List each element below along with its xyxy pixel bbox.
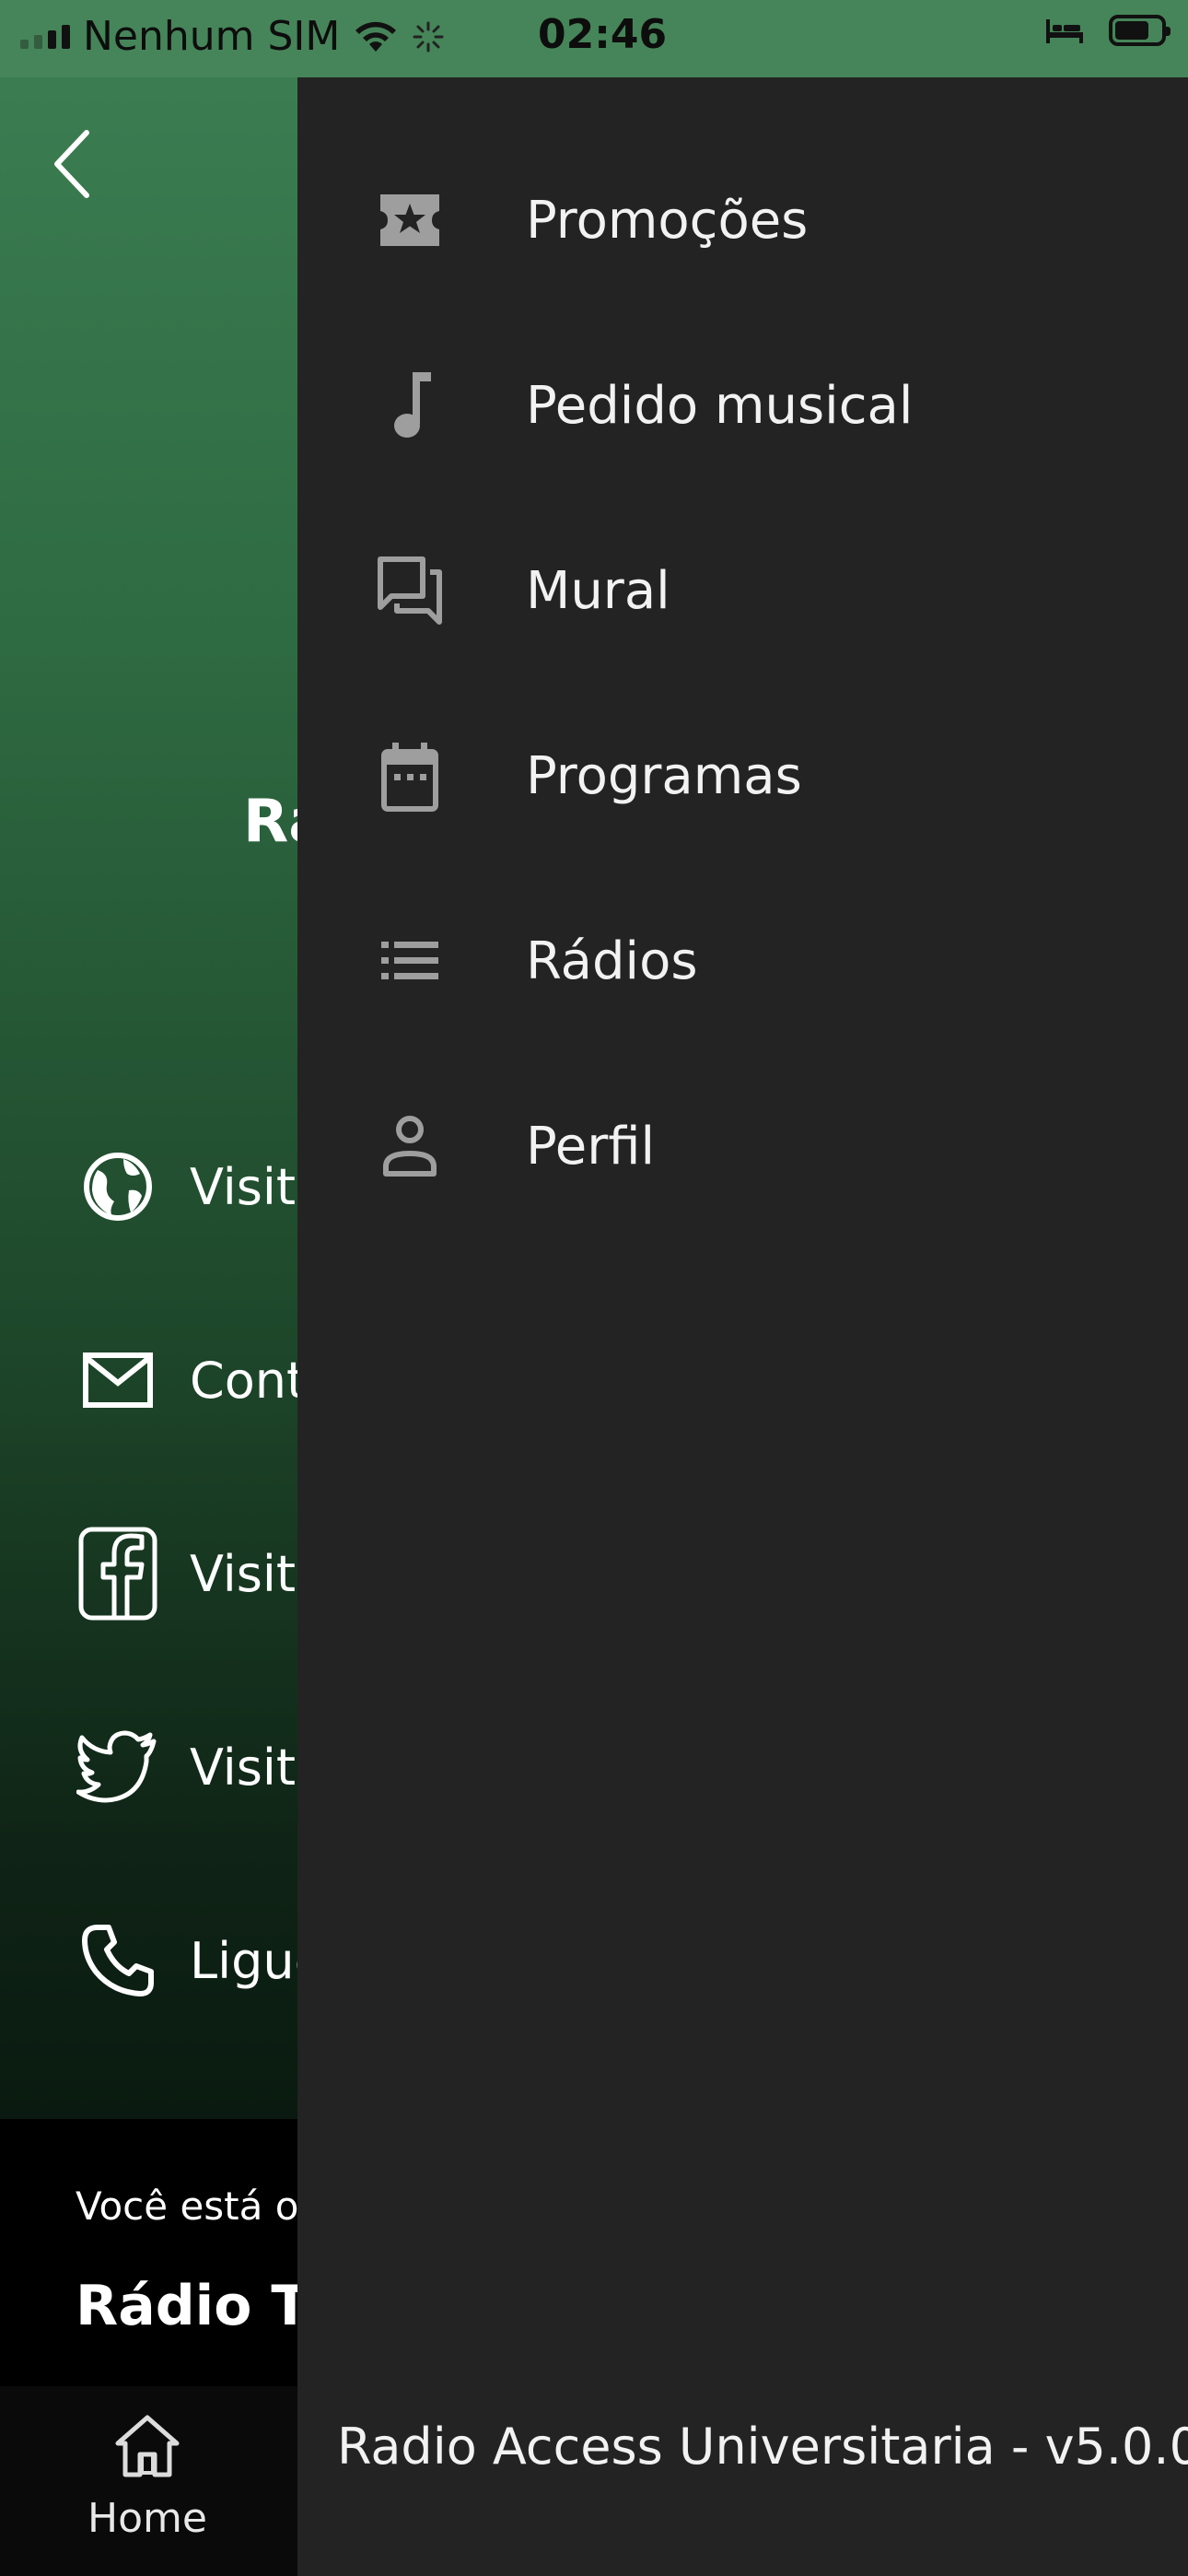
twitter-icon — [74, 1723, 162, 1811]
menu-item-label: Programas — [526, 745, 802, 806]
contact-website[interactable]: Visite — [74, 1141, 326, 1233]
menu-item-programas[interactable]: Programas — [297, 707, 1188, 845]
contact-email[interactable]: Cont — [74, 1334, 306, 1426]
mail-icon — [74, 1336, 162, 1424]
menu-item-label: Perfil — [526, 1116, 656, 1177]
menu-item-promocoes[interactable]: Promoções — [297, 151, 1188, 289]
app-version: Radio Access Universitaria - v5.0.0 — [337, 2418, 1188, 2476]
facebook-icon — [74, 1527, 162, 1621]
loading-spinner-icon — [413, 21, 444, 52]
side-drawer: Promoções Pedido musical Mural Programas… — [297, 77, 1188, 2576]
carrier-label: Nenhum SIM — [83, 13, 341, 60]
menu-item-pedido-musical[interactable]: Pedido musical — [297, 336, 1188, 474]
list-icon — [377, 928, 443, 994]
status-right — [1044, 15, 1171, 46]
menu-item-label: Promoções — [526, 190, 809, 251]
menu-item-label: Pedido musical — [526, 375, 914, 436]
wifi-icon — [355, 21, 397, 52]
status-bar: Nenhum SIM 02:46 — [0, 0, 1188, 77]
contact-label: Cont — [190, 1351, 307, 1410]
menu-item-mural[interactable]: Mural — [297, 521, 1188, 660]
globe-icon — [74, 1142, 162, 1231]
contact-phone[interactable]: Ligue — [74, 1914, 325, 2007]
signal-icon — [20, 24, 70, 49]
back-chevron-icon[interactable] — [50, 127, 96, 201]
status-time: 02:46 — [538, 11, 668, 58]
ticket-star-icon — [377, 187, 443, 253]
tab-home[interactable]: Home — [85, 2412, 210, 2542]
now-playing-label: Você está o — [76, 2184, 299, 2229]
person-icon — [377, 1113, 443, 1179]
menu-item-radios[interactable]: Rádios — [297, 892, 1188, 1030]
menu-item-perfil[interactable]: Perfil — [297, 1077, 1188, 1215]
menu-item-label: Rádios — [526, 931, 698, 991]
sleep-bed-icon — [1046, 19, 1083, 43]
music-note-icon — [377, 372, 443, 439]
forum-icon — [377, 556, 443, 625]
status-left: Nenhum SIM — [20, 13, 445, 60]
phone-icon — [74, 1916, 162, 2005]
tab-home-label: Home — [87, 2495, 207, 2542]
menu-item-label: Mural — [526, 560, 670, 621]
home-icon — [115, 2415, 180, 2477]
contact-twitter[interactable]: Visite — [74, 1721, 326, 1813]
calendar-icon — [377, 743, 443, 812]
battery-icon — [1109, 15, 1171, 46]
contact-facebook[interactable]: Visite — [74, 1527, 326, 1621]
